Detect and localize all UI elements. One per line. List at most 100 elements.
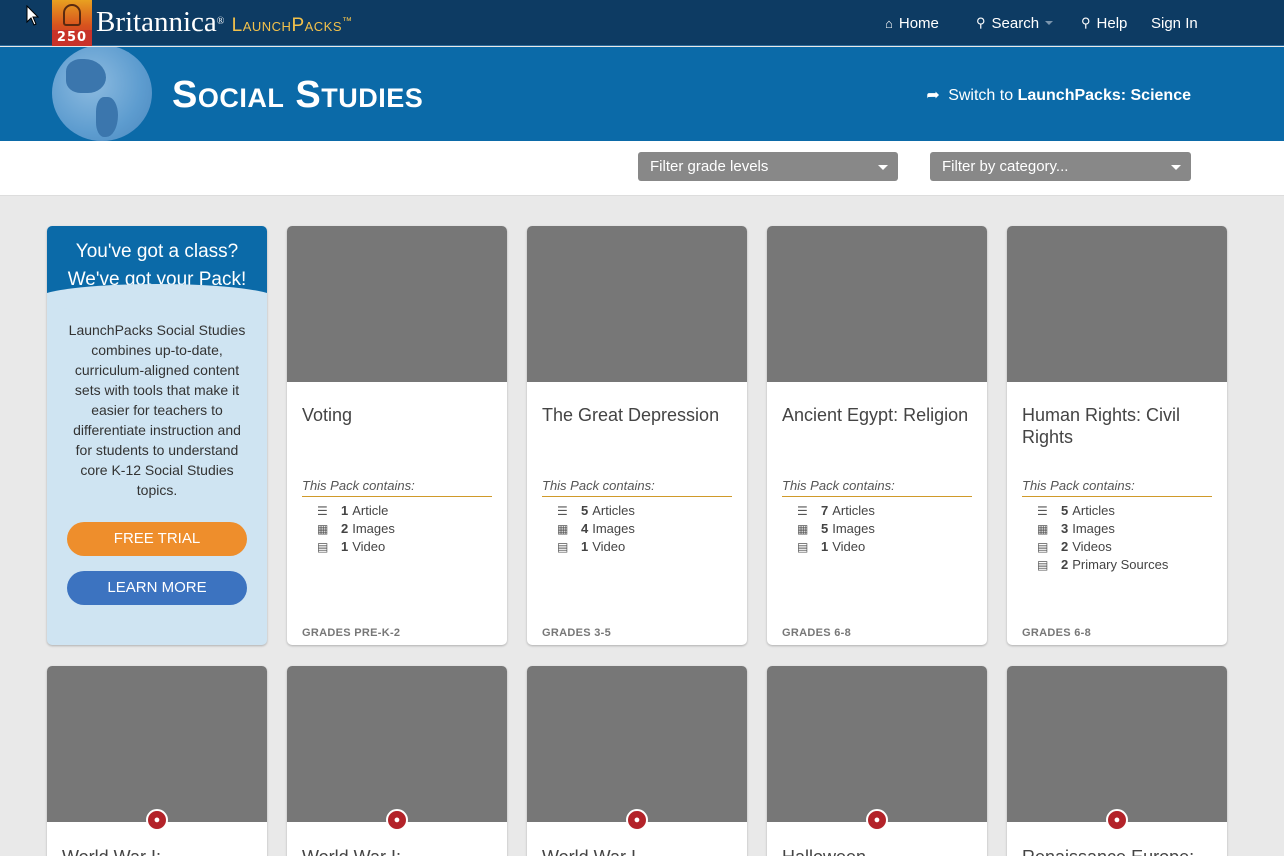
chevron-down-icon: [1171, 165, 1181, 170]
image-icon: ▦: [557, 522, 569, 536]
switch-launchpack-link[interactable]: ➦ Switch to LaunchPacks: Science: [926, 85, 1191, 105]
pack-item-label: Video: [832, 539, 866, 554]
locked-pack-card[interactable]: ● Halloween: [767, 666, 987, 856]
pack-image[interactable]: [47, 666, 267, 822]
list-icon: ☰: [317, 504, 328, 518]
pack-card-great-depression[interactable]: The Great Depression This Pack contains:…: [527, 226, 747, 645]
pack-item-label: Video: [592, 539, 626, 554]
nav-search-label: Search: [991, 14, 1040, 32]
pack-image[interactable]: [1007, 226, 1227, 382]
globe-land-north: [66, 59, 106, 93]
category-filter-select[interactable]: Filter by category...: [930, 152, 1191, 181]
pack-card-voting[interactable]: Voting This Pack contains: ☰ 1 Article ▦ 2 I…: [287, 226, 507, 645]
pack-item: ▤ 2 Videos: [1037, 538, 1168, 556]
pack-item-label: Articles: [592, 503, 635, 518]
pack-title[interactable]: Halloween: [782, 846, 977, 856]
pack-item-count: 5: [1061, 503, 1069, 518]
grade-filter-select[interactable]: Filter grade levels: [638, 152, 898, 181]
promo-headline-1: You've got a class?: [75, 241, 239, 262]
pack-contents: ☰ 7 Articles ▦ 5 Images ▤ 1 Video: [797, 502, 875, 556]
brand-reg: ®: [216, 16, 225, 27]
product-tm: ™: [342, 16, 353, 27]
filter-bar: Filter grade levels Filter by category..…: [0, 141, 1284, 196]
locked-pack-card[interactable]: ● World War I:: [287, 666, 507, 856]
nav-search[interactable]: ⚲ Search: [976, 0, 1054, 46]
nav-sign-in-label: Sign In: [1151, 14, 1198, 32]
home-icon: ⌂: [885, 15, 893, 31]
pack-card-civil-rights[interactable]: Human Rights: Civil Rights This Pack con…: [1007, 226, 1227, 645]
britannica-250-badge[interactable]: 250: [52, 0, 92, 46]
free-trial-button[interactable]: FREE TRIAL: [67, 522, 247, 556]
pack-title[interactable]: Ancient Egypt: Religion: [782, 404, 977, 426]
pack-item-count: 2: [1061, 539, 1069, 554]
pack-image[interactable]: [287, 226, 507, 382]
pack-image[interactable]: [527, 666, 747, 822]
pack-item-label: Images: [592, 521, 635, 536]
globe-icon: [52, 47, 152, 141]
pack-contains-label: This Pack contains:: [302, 478, 492, 497]
pack-title[interactable]: World War I:: [302, 846, 497, 856]
image-icon: ▦: [1037, 522, 1049, 536]
nav-home[interactable]: ⌂ Home: [885, 0, 939, 46]
pack-title[interactable]: World War I:: [62, 846, 257, 856]
chevron-down-icon: [878, 165, 888, 170]
pack-contents: ☰ 5 Articles ▦ 4 Images ▤ 1 Video: [557, 502, 635, 556]
switch-target: LaunchPacks: Science: [1017, 87, 1191, 104]
pack-grades: GRADES 6-8: [782, 627, 852, 639]
pack-image[interactable]: [287, 666, 507, 822]
category-filter-value: Filter by category...: [942, 158, 1069, 175]
pack-grades: GRADES PRE-K-2: [302, 627, 401, 639]
pack-item-count: 3: [1061, 521, 1069, 536]
pack-item-count: 1: [821, 539, 829, 554]
pack-item-count: 1: [581, 539, 589, 554]
pack-title[interactable]: The Great Depression: [542, 404, 737, 426]
pack-image[interactable]: [1007, 666, 1227, 822]
nav-help-label: Help: [1096, 14, 1128, 32]
pack-title[interactable]: Voting: [302, 404, 497, 426]
locked-pack-card[interactable]: ● World War I: [527, 666, 747, 856]
product-name-text: LaunchPacks: [231, 15, 343, 36]
pack-item: ▤ 1 Video: [317, 538, 395, 556]
pack-contents: ☰ 1 Article ▦ 2 Images ▤ 1 Video: [317, 502, 395, 556]
share-icon: ➦: [926, 87, 940, 104]
pack-image[interactable]: [767, 666, 987, 822]
pack-contains-label: This Pack contains:: [1022, 478, 1212, 497]
pack-image[interactable]: [767, 226, 987, 382]
pack-item-label: Images: [832, 521, 875, 536]
pack-card-ancient-egypt[interactable]: Ancient Egypt: Religion This Pack contai…: [767, 226, 987, 645]
search-icon: ⚲: [976, 15, 986, 30]
pack-item: ☰ 5 Articles: [557, 502, 635, 520]
pack-title[interactable]: Human Rights: Civil Rights: [1022, 404, 1217, 448]
locked-pack-card[interactable]: ● Renaissance Europe:: [1007, 666, 1227, 856]
pack-item: ▤ 1 Video: [797, 538, 875, 556]
nav-sign-in[interactable]: Sign In: [1151, 0, 1198, 46]
learn-more-button[interactable]: LEARN MORE: [67, 571, 247, 605]
pack-item: ☰ 1 Article: [317, 502, 395, 520]
page-title: Social Studies: [172, 74, 424, 116]
list-icon: ☰: [1037, 504, 1048, 518]
pack-item: ▦ 4 Images: [557, 520, 635, 538]
top-nav: 250 Britannica® LaunchPacks™ ⌂ Home ⚲ Se…: [0, 0, 1284, 46]
lock-icon: ●: [386, 809, 408, 831]
subject-banner: Social Studies ➦ Switch to LaunchPacks: …: [0, 47, 1284, 141]
pack-title[interactable]: Renaissance Europe:: [1022, 846, 1217, 856]
pack-item: ▤ 1 Video: [557, 538, 635, 556]
image-icon: ▦: [797, 522, 809, 536]
locked-pack-card[interactable]: ● World War I:: [47, 666, 267, 856]
list-icon: ☰: [797, 504, 808, 518]
pack-item-label: Video: [352, 539, 386, 554]
nav-help[interactable]: ⚲ Help: [1081, 0, 1127, 46]
film-icon: ▤: [1037, 540, 1049, 554]
pack-item-count: 5: [581, 503, 589, 518]
brand-name: Britannica: [96, 6, 217, 38]
image-icon: ▦: [317, 522, 329, 536]
thistle-emblem-icon: [63, 4, 81, 26]
pack-image[interactable]: [527, 226, 747, 382]
brand-logo[interactable]: Britannica® LaunchPacks™: [96, 6, 353, 42]
pack-item-label: Article: [352, 503, 389, 518]
pack-item-label: Articles: [832, 503, 875, 518]
lock-icon: ●: [1106, 809, 1128, 831]
pack-contains-label: This Pack contains:: [542, 478, 732, 497]
nav-home-label: Home: [898, 14, 939, 32]
pack-title[interactable]: World War I: [542, 846, 737, 856]
